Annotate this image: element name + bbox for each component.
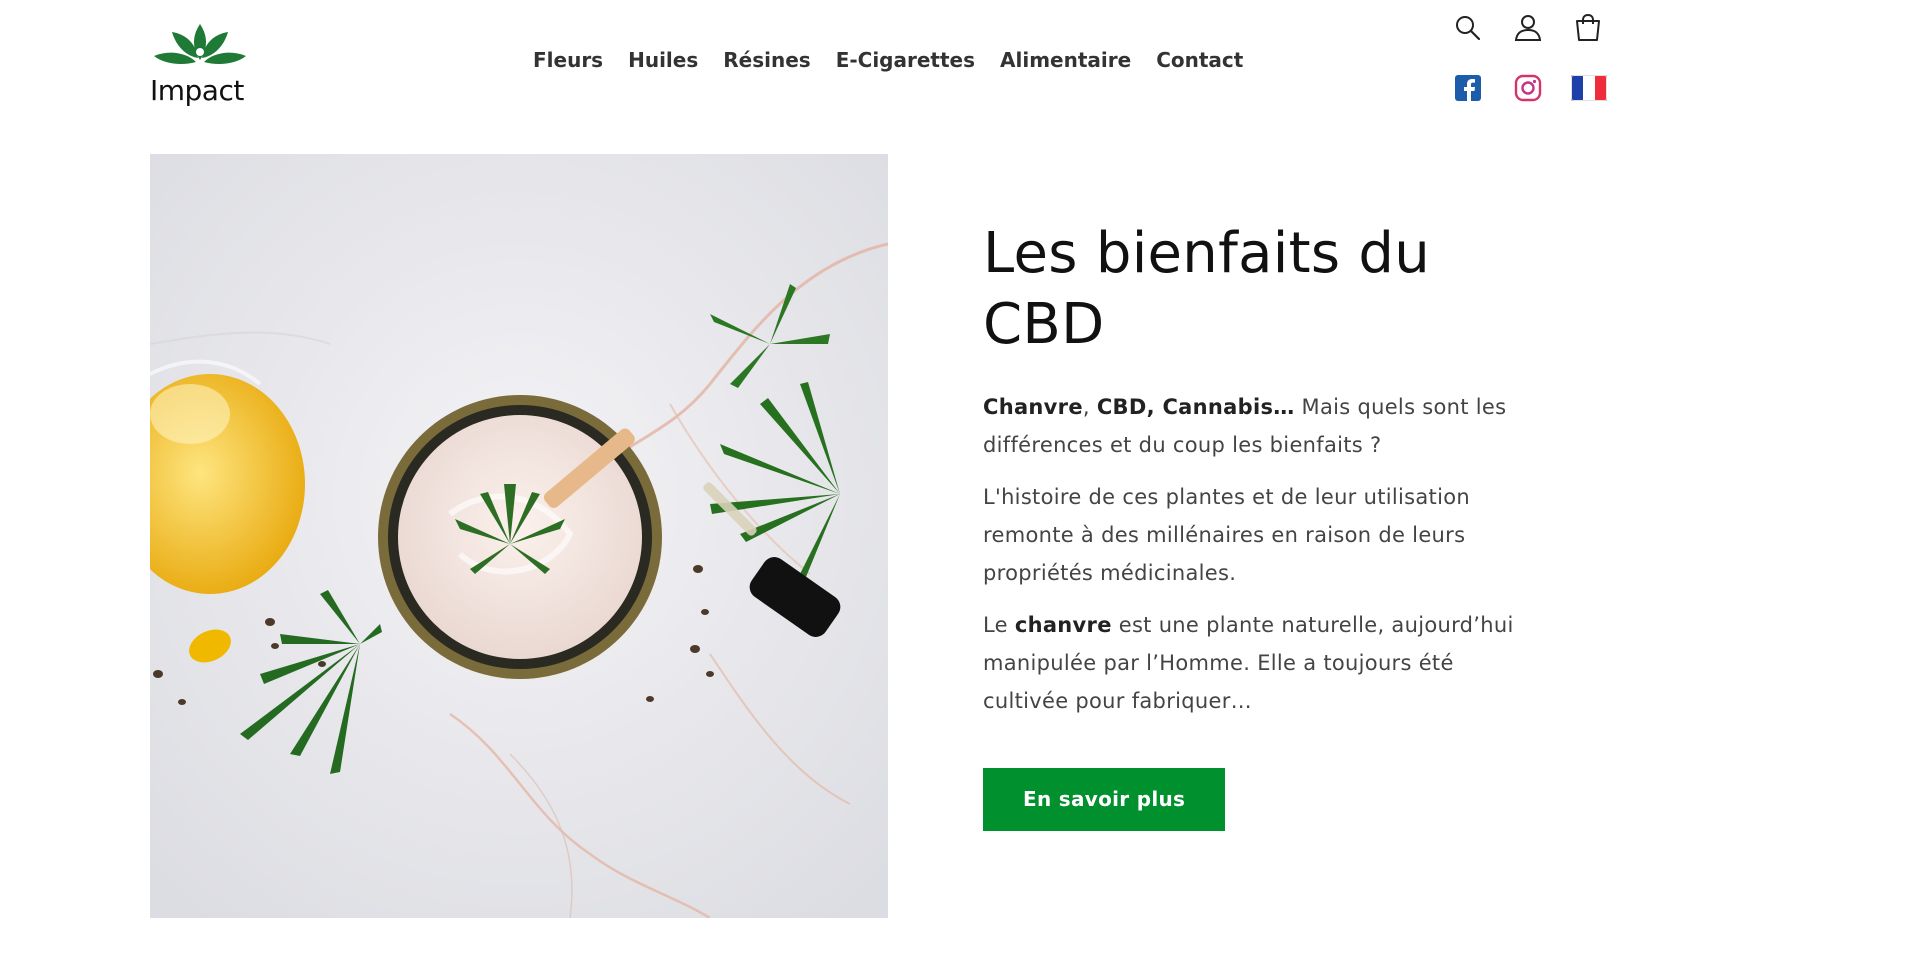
instagram-icon xyxy=(1514,74,1542,102)
hero-content: Les bienfaits du CBD Chanvre, CBD, Canna… xyxy=(983,218,1543,832)
search-icon xyxy=(1456,16,1481,41)
account-icon xyxy=(1514,15,1542,41)
cbd-cream-photo xyxy=(150,154,888,918)
facebook-link[interactable] xyxy=(1450,70,1486,106)
hero-title: Les bienfaits du CBD xyxy=(983,221,1431,358)
nav-item-resines[interactable]: Résines xyxy=(723,48,810,72)
learn-more-button[interactable]: En savoir plus xyxy=(983,768,1226,832)
separator: , xyxy=(1082,395,1097,420)
paragraph-3-pre: Le xyxy=(983,613,1015,638)
bold-cbd-cannabis: CBD, Cannabis… xyxy=(1096,395,1295,420)
account-button[interactable] xyxy=(1510,10,1546,46)
language-selector[interactable] xyxy=(1570,70,1608,106)
cart-icon xyxy=(1576,13,1600,41)
bold-chanvre: Chanvre xyxy=(983,395,1083,420)
facebook-icon xyxy=(1455,75,1481,101)
nav-item-contact[interactable]: Contact xyxy=(1156,48,1243,72)
nav-item-fleurs[interactable]: Fleurs xyxy=(533,48,603,72)
nav-item-e-cigarettes[interactable]: E-Cigarettes xyxy=(836,48,975,72)
search-button[interactable] xyxy=(1450,10,1486,46)
bold-chanvre-2: chanvre xyxy=(1014,613,1112,638)
french-flag-icon xyxy=(1571,75,1607,101)
nav-item-huiles[interactable]: Huiles xyxy=(628,48,698,72)
hero-paragraph-3: Le chanvre est une plante naturelle, auj… xyxy=(983,606,1543,720)
hero-image xyxy=(150,154,888,918)
main-nav: Fleurs Huiles Résines E-Cigarettes Alime… xyxy=(533,48,1268,72)
cannabis-leaf-logo-icon xyxy=(154,24,246,64)
nav-item-alimentaire[interactable]: Alimentaire xyxy=(1000,48,1131,72)
site-logo[interactable]: Impact xyxy=(148,18,248,108)
hero-paragraph-1: Chanvre, CBD, Cannabis… Mais quels sont … xyxy=(983,388,1543,464)
logo-text: Impact xyxy=(150,74,244,107)
hero-paragraph-2: L'histoire de ces plantes et de leur uti… xyxy=(983,485,1470,586)
cart-button[interactable] xyxy=(1570,10,1606,46)
instagram-link[interactable] xyxy=(1510,70,1546,106)
